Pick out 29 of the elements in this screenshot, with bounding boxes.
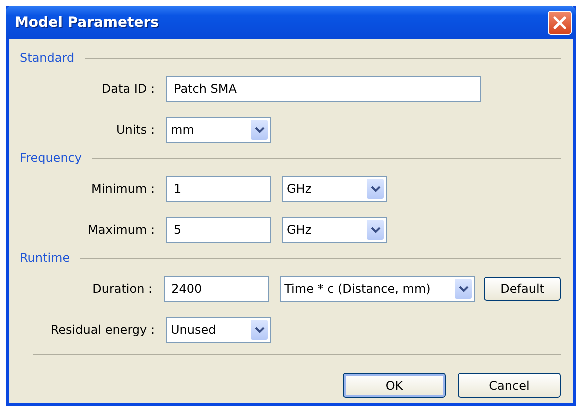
field-label: Minimum : — [90, 182, 155, 196]
chevron-down-icon — [370, 226, 380, 234]
dropdown[interactable]: GHz — [282, 176, 387, 202]
field-label: Units : — [115, 123, 155, 137]
chevron-down-icon — [458, 286, 469, 292]
field-label: Residual energy : — [50, 323, 155, 337]
chevron-down-icon — [254, 326, 264, 334]
dropdown[interactable]: GHz — [282, 217, 387, 243]
dialog-button[interactable]: Cancel — [458, 373, 561, 398]
close-icon — [553, 16, 567, 30]
default-button[interactable]: Default — [484, 277, 561, 301]
chevron-down-icon — [254, 126, 264, 134]
close-button[interactable] — [548, 10, 572, 34]
field-label: Data ID : — [100, 82, 155, 96]
field-label: Maximum : — [87, 223, 155, 237]
text-field[interactable]: 1 — [166, 176, 271, 202]
section-title: Standard — [20, 51, 75, 65]
chevron-down-icon — [370, 186, 380, 192]
dropdown[interactable]: Time * c (Distance, mm) — [280, 276, 476, 302]
dialog-button[interactable]: OK — [343, 373, 446, 398]
dropdown[interactable]: Unused — [166, 317, 271, 343]
section-title: Runtime — [20, 251, 70, 265]
window-title: Model Parameters — [15, 14, 159, 30]
field-label: Duration : — [92, 282, 153, 296]
section-title: Frequency — [20, 151, 82, 165]
text-field[interactable]: 5 — [166, 217, 271, 243]
dropdown[interactable]: mm — [166, 117, 271, 143]
text-field[interactable]: 2400 — [164, 276, 269, 302]
text-field[interactable]: Patch SMA — [166, 76, 481, 102]
